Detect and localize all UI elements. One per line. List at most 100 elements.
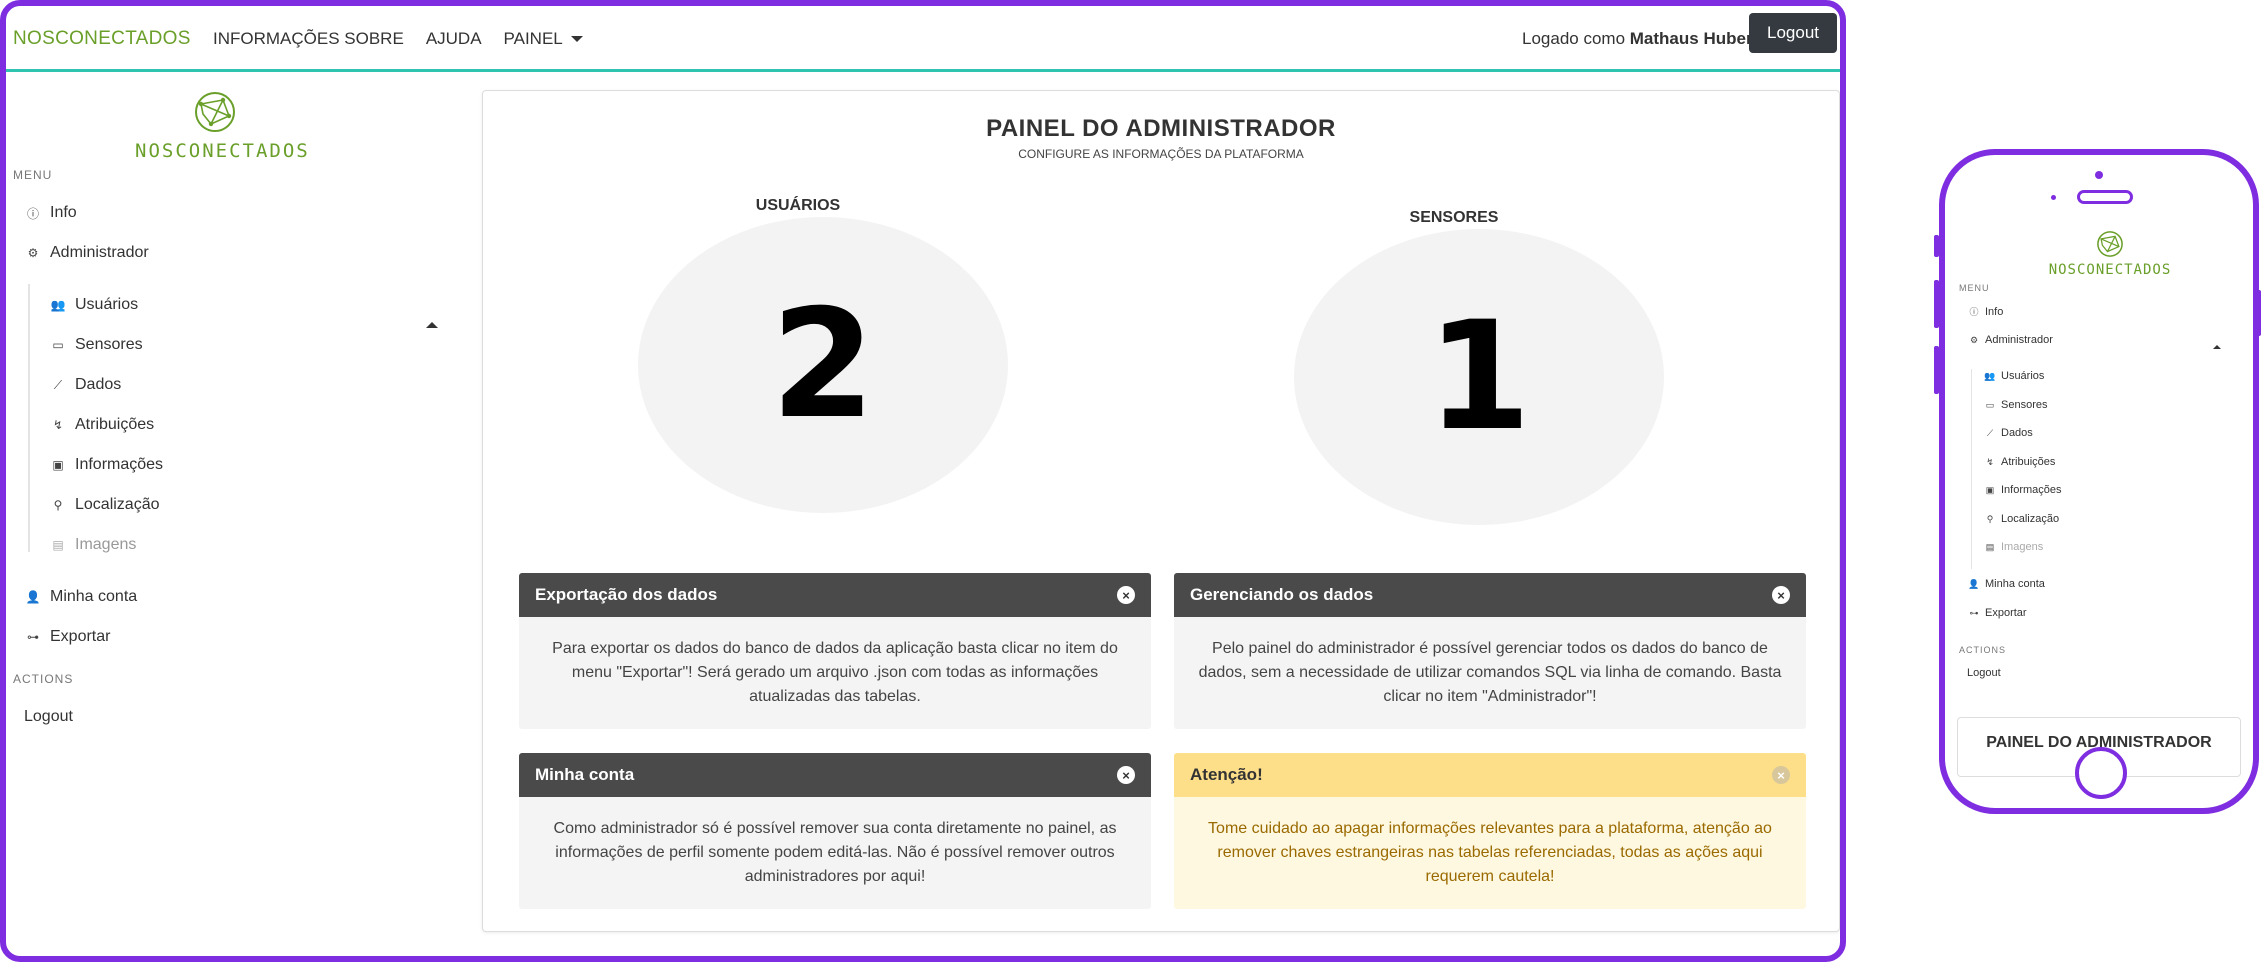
link-icon: ⊶ (1969, 607, 1979, 618)
sidebar: NOSCONECTADOS MENU ⓘ Info ⚙ Administrador … (6, 76, 466, 956)
nav-panel-label: PAINEL (503, 29, 563, 48)
mobile-item-label: Localização (2001, 513, 2060, 525)
brand-link[interactable]: NOSCONECTADOS (13, 28, 191, 50)
info-icon: ⓘ (1969, 307, 1979, 317)
mobile-logout-link[interactable]: Logout (1967, 667, 2001, 679)
mobile-item-dados[interactable]: ⟋ Dados (1985, 427, 2033, 439)
devices-icon: ▭ (1985, 399, 1995, 410)
link-icon: ⊶ (27, 630, 39, 644)
card-body: Tome cuidado ao apagar informações relev… (1174, 797, 1806, 909)
logout-button[interactable]: Logout (1749, 13, 1837, 53)
sidebar-item-label: Sensores (75, 336, 143, 353)
speaker-icon (2077, 190, 2133, 204)
submenu-guide-line (28, 284, 30, 552)
devices-icon: ▭ (52, 338, 64, 352)
sidebar-item-atribuicoes[interactable]: ↯ Atribuições (51, 416, 154, 434)
menu-label: MENU (13, 168, 53, 182)
card-minha-conta: Minha conta × Como administrador só é pos… (519, 753, 1151, 909)
nav-help-link[interactable]: AJUDA (426, 29, 482, 49)
caret-up-icon[interactable] (426, 322, 438, 328)
sidebar-item-label: Minha conta (50, 588, 138, 605)
location-icon: ⚲ (53, 498, 63, 512)
submenu-guide-line (1971, 369, 1972, 569)
close-icon[interactable]: × (1117, 586, 1135, 604)
caret-down-icon (570, 36, 583, 42)
mobile-item-administrador[interactable]: ⚙ Administrador (1969, 334, 2053, 346)
users-icon: 👥 (50, 298, 66, 312)
sidebar-item-info[interactable]: ⓘ Info (26, 204, 77, 222)
mobile-logo-text: NOSCONECTADOS (2048, 262, 2172, 278)
mobile-item-label: Exportar (1985, 607, 2027, 619)
close-icon[interactable]: × (1772, 766, 1790, 784)
globe-logo-icon (195, 92, 235, 132)
mobile-item-label: Atribuições (2001, 456, 2056, 468)
mobile-item-exportar[interactable]: ⊶ Exportar (1969, 607, 2027, 619)
caret-up-icon[interactable] (2213, 345, 2221, 349)
card-gerenciando: Gerenciando os dados × Pelo painel do adm… (1174, 573, 1806, 729)
close-icon[interactable]: × (1117, 766, 1135, 784)
sidebar-item-sensores[interactable]: ▭ Sensores (51, 336, 143, 354)
info-icon: ⓘ (26, 206, 39, 221)
home-button[interactable] (2075, 747, 2127, 799)
sidebar-item-administrador[interactable]: ⚙ Administrador (26, 244, 149, 262)
mobile-item-label: Sensores (2001, 399, 2048, 411)
mobile-item-informacoes[interactable]: ▣ Informações (1985, 484, 2062, 496)
chart-icon: ⟋ (1986, 427, 1994, 438)
nav-panel-dropdown[interactable]: PAINEL (504, 29, 605, 49)
assign-icon: ↯ (52, 418, 64, 432)
sidebar-item-imagens[interactable]: ▤ Imagens (51, 536, 136, 554)
mobile-item-localizacao[interactable]: ⚲ Localização (1985, 513, 2059, 525)
mobile-item-minha-conta[interactable]: 👤 Minha conta (1968, 578, 2045, 590)
mobile-item-label: Minha conta (1985, 578, 2045, 590)
nav-info-link[interactable]: INFORMAÇÕES SOBRE (213, 29, 404, 49)
mobile-item-sensores[interactable]: ▭ Sensores (1985, 399, 2048, 411)
card-title: Gerenciando os dados (1190, 585, 1374, 604)
stat-value-sensores: 1 (1426, 290, 1532, 464)
sidebar-item-informacoes[interactable]: ▣ Informações (51, 456, 163, 474)
chart-icon: ⟋ (53, 377, 63, 392)
mobile-item-label: Info (1985, 305, 2004, 318)
logo-text: NOSCONECTADOS (135, 140, 310, 162)
person-icon: 👤 (25, 590, 41, 604)
sidebar-logout-link[interactable]: Logout (24, 708, 73, 726)
mobile-actions-label: ACTIONS (1959, 645, 2007, 655)
sidebar-item-localizacao[interactable]: ⚲ Localização (51, 496, 160, 514)
sidebar-item-usuarios[interactable]: 👥 Usuários (50, 296, 139, 314)
sidebar-item-label: Imagens (75, 536, 137, 553)
card-atencao-warning: Atenção! × Tome cuidado ao apagar informa… (1174, 753, 1806, 909)
close-icon[interactable]: × (1772, 586, 1790, 604)
sidebar-item-minha-conta[interactable]: 👤 Minha conta (25, 588, 138, 606)
sidebar-item-label: Usuários (75, 296, 139, 313)
mobile-item-imagens[interactable]: ▤ Imagens (1985, 541, 2043, 553)
stat-circle-usuarios: 2 (638, 217, 1008, 513)
logged-user-name: Mathaus Huber (1629, 29, 1753, 48)
card-header: Atenção! × (1174, 753, 1806, 797)
actions-label: ACTIONS (13, 672, 74, 686)
sensor-dot (2051, 195, 2056, 200)
card-exportacao: Exportação dos dados × Para exportar os d… (519, 573, 1151, 729)
card-body: Como administrador só é possível remover… (519, 797, 1151, 909)
card-title: Minha conta (535, 765, 635, 784)
mobile-item-atribuicoes[interactable]: ↯ Atribuições (1985, 456, 2055, 468)
card-title: Atenção! (1190, 765, 1263, 784)
sidebar-item-label: Atribuições (75, 416, 155, 433)
sidebar-item-label: Exportar (50, 628, 111, 645)
sidebar-item-label: Dados (75, 376, 122, 393)
sidebar-item-label: Administrador (50, 244, 149, 261)
users-icon: 👥 (1984, 370, 1996, 381)
mobile-item-label: Usuários (2001, 370, 2045, 382)
mobile-item-label: Administrador (1985, 334, 2053, 346)
mobile-item-info[interactable]: ⓘ Info (1969, 305, 2003, 318)
stat-circle-sensores: 1 (1294, 229, 1664, 525)
mobile-logo: NOSCONECTADOS (2040, 230, 2180, 278)
sidebar-item-exportar[interactable]: ⊶ Exportar (26, 628, 110, 646)
mobile-preview: NOSCONECTADOS MENU ⓘ Info ⚙ Administrador … (1939, 149, 2259, 814)
admin-panel: PAINEL DO ADMINISTRADOR CONFIGURE AS INF… (482, 90, 1840, 932)
page-title: PAINEL DO ADMINISTRADOR (986, 115, 1336, 142)
mobile-item-usuarios[interactable]: 👥 Usuários (1984, 370, 2045, 382)
person-icon: 👤 (1968, 578, 1980, 589)
mobile-item-label: Dados (2001, 427, 2033, 439)
info-card-icon: ▣ (1985, 484, 1995, 495)
logged-prefix: Logado como (1522, 29, 1626, 48)
sidebar-item-dados[interactable]: ⟋ Dados (51, 376, 121, 394)
